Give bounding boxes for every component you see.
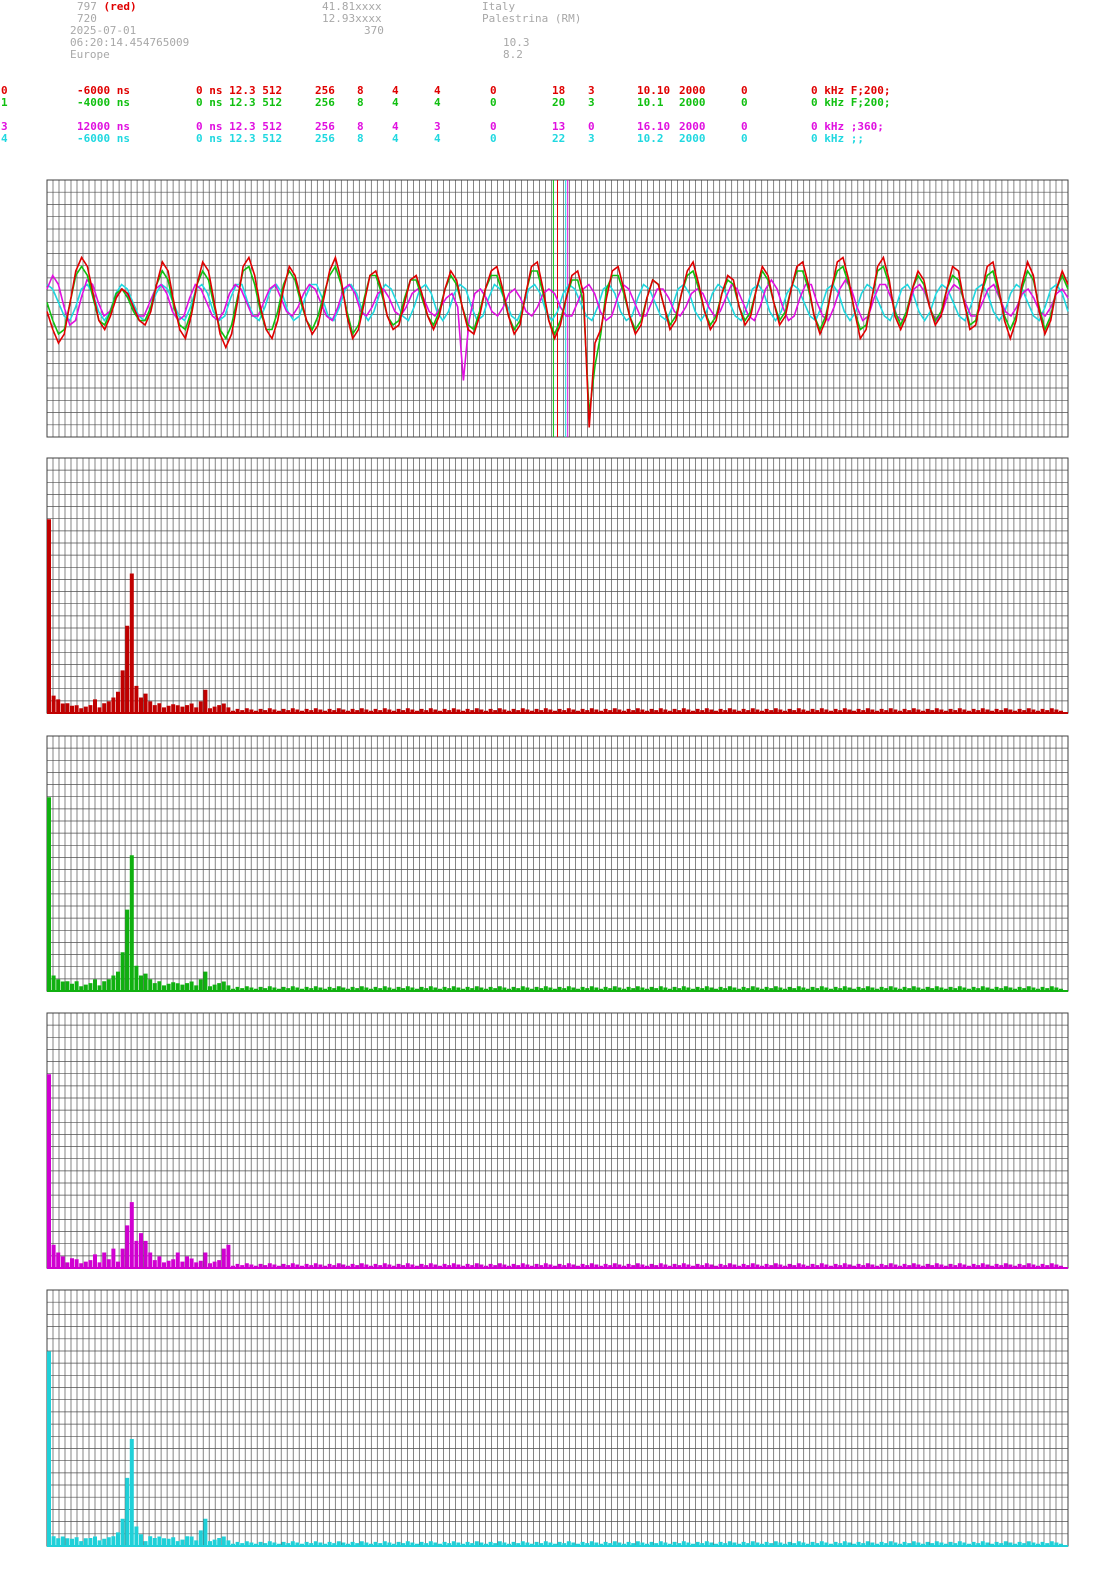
charts-canvas [46, 179, 1069, 1547]
chart-grid [46, 735, 1069, 992]
chart-grid [46, 457, 1069, 714]
chart-grid [46, 1012, 1069, 1269]
chart-grid [46, 1289, 1069, 1547]
